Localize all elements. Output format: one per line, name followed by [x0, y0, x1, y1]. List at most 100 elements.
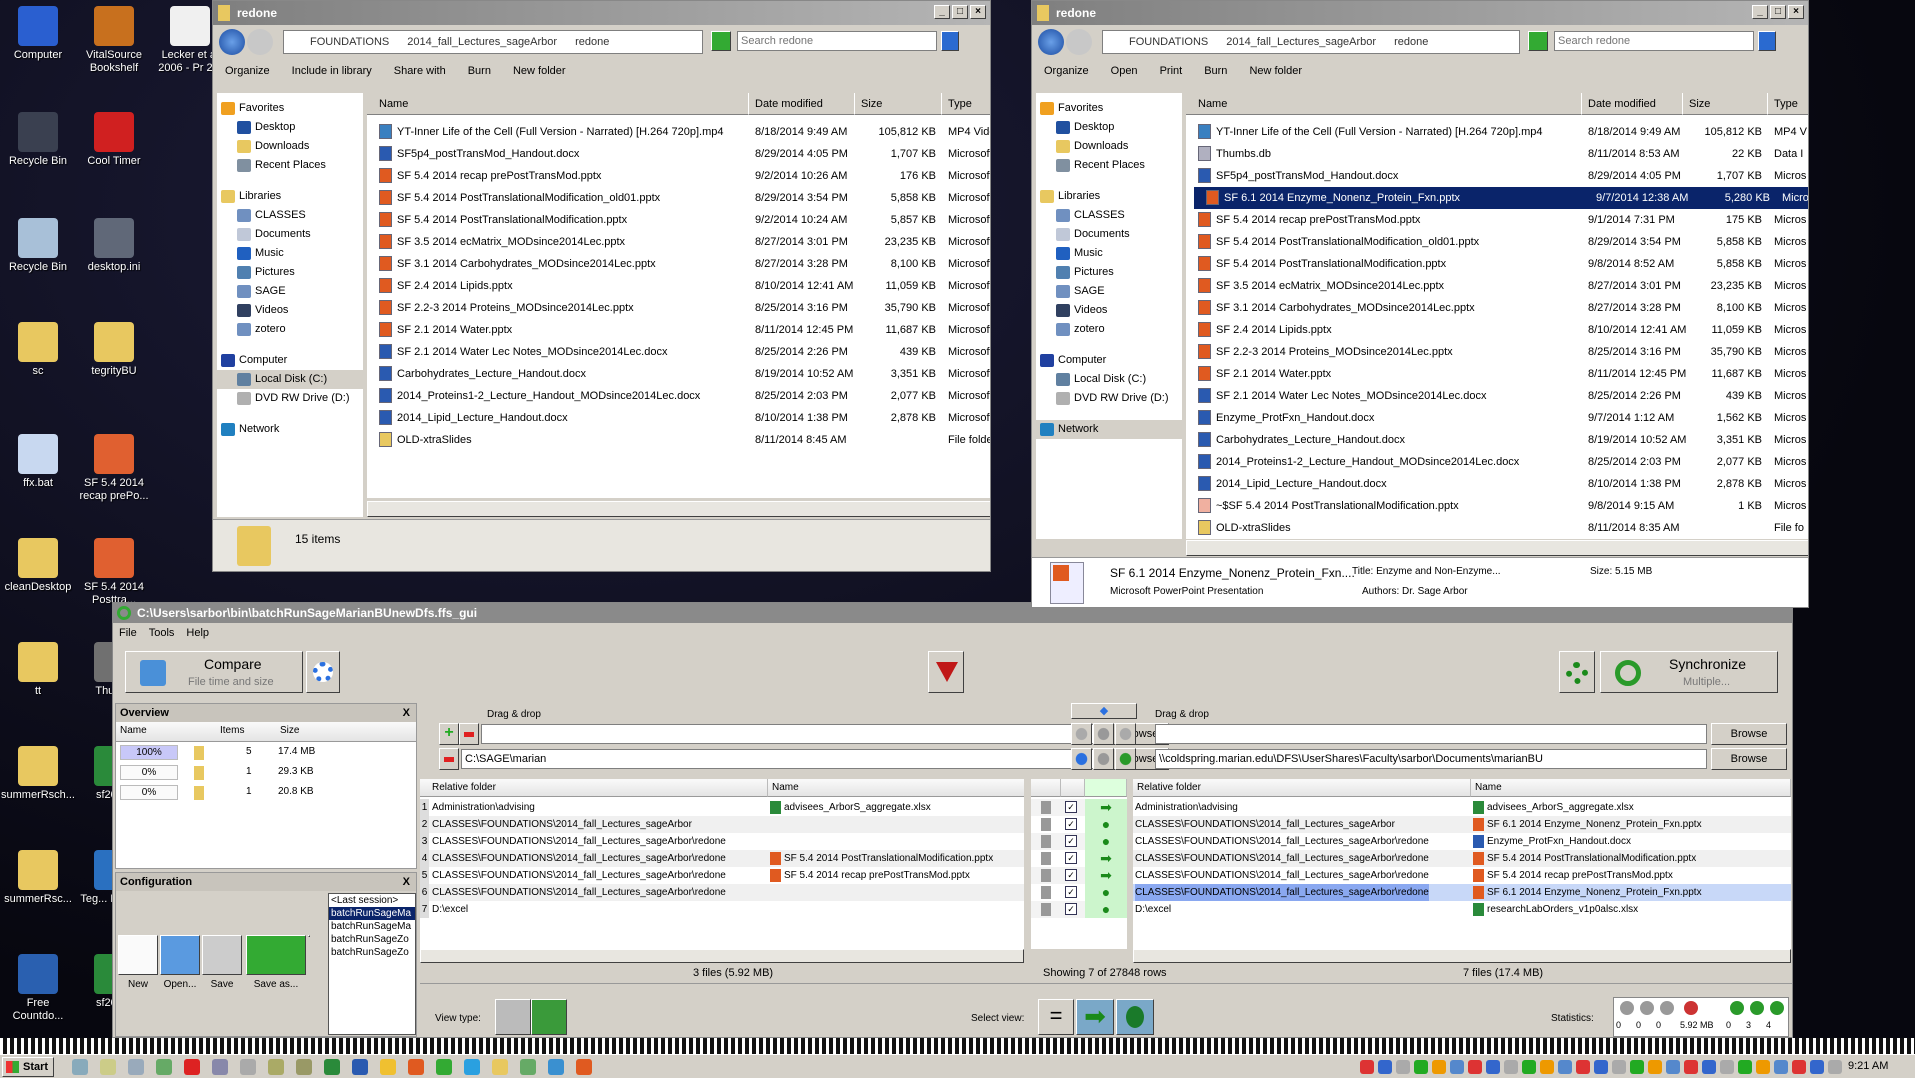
- compare-button[interactable]: Compare File time and size: [125, 651, 303, 693]
- toolbar-share-with[interactable]: Share with: [394, 65, 446, 77]
- filter-icon[interactable]: [1093, 723, 1114, 745]
- nav-item[interactable]: CLASSES: [1036, 206, 1182, 225]
- breadcrumb-item[interactable]: 2014_fall_Lectures_sageArbor: [1226, 36, 1376, 48]
- overview-column-header[interactable]: Items: [220, 725, 244, 736]
- nav-item[interactable]: Videos: [217, 301, 363, 320]
- action-row[interactable]: ✓ ➡: [1031, 850, 1127, 867]
- file-row[interactable]: YT-Inner Life of the Cell (Full Version …: [367, 121, 990, 143]
- right-folder-input-1[interactable]: [1155, 724, 1707, 744]
- desktop-icon[interactable]: sc: [0, 322, 76, 378]
- nav-item[interactable]: Videos: [1036, 301, 1182, 320]
- tray-icon[interactable]: [1702, 1060, 1716, 1074]
- column-header-date-modified[interactable]: Date modified: [749, 93, 855, 115]
- column-header-name[interactable]: Name: [1186, 93, 1582, 115]
- session-item[interactable]: batchRunSageMa: [329, 920, 415, 933]
- tray-icon[interactable]: [1558, 1060, 1572, 1074]
- tray-icon[interactable]: [1738, 1060, 1752, 1074]
- grid-row[interactable]: CLASSES\FOUNDATIONS\2014_fall_Lectures_s…: [1133, 867, 1791, 884]
- search-icon[interactable]: [941, 31, 959, 51]
- nav-item[interactable]: Network: [217, 420, 363, 439]
- left-config-gear-icon[interactable]: [1071, 748, 1092, 770]
- file-row[interactable]: SF 2.4 2014 Lipids.pptx 8/10/2014 12:41 A…: [1186, 319, 1808, 341]
- title-bar[interactable]: redone _ □ ×: [1032, 1, 1808, 25]
- nav-item[interactable]: DVD RW Drive (D:): [1036, 389, 1182, 408]
- desktop-icon[interactable]: tegrityBU: [76, 322, 152, 378]
- browse-button[interactable]: Browse: [1711, 748, 1787, 770]
- forward-button[interactable]: [1066, 29, 1092, 55]
- start-button[interactable]: Start: [2, 1057, 54, 1077]
- breadcrumb-item[interactable]: FOUNDATIONS: [310, 36, 389, 48]
- file-row[interactable]: 2014_Lipid_Lecture_Handout.docx 8/10/2014…: [1186, 473, 1808, 495]
- checkbox-column-header[interactable]: [1061, 779, 1085, 797]
- tray-icon[interactable]: [1486, 1060, 1500, 1074]
- delete-right-icon[interactable]: ●: [1085, 816, 1127, 833]
- grid-row[interactable]: 4 CLASSES\FOUNDATIONS\2014_fall_Lectures_…: [420, 850, 1024, 867]
- column-header-name[interactable]: Name: [367, 93, 749, 115]
- file-row[interactable]: SF 3.5 2014 ecMatrix_MODsince2014Lec.ppt…: [367, 231, 990, 253]
- synchronize-button[interactable]: Synchronize Multiple...: [1600, 651, 1778, 693]
- file-row[interactable]: SF 5.4 2014 recap prePostTransMod.pptx 9/…: [367, 165, 990, 187]
- desktop-icon[interactable]: SF 5.4 2014 recap prePo...: [76, 434, 152, 503]
- right-config-gear-icon[interactable]: [1115, 723, 1136, 745]
- horizontal-scrollbar-right[interactable]: [1133, 949, 1791, 963]
- action-column-header[interactable]: [1085, 779, 1127, 797]
- taskbar-app-icon[interactable]: [548, 1059, 564, 1075]
- nav-item[interactable]: Downloads: [217, 137, 363, 156]
- swap-sides-button[interactable]: ◆: [1071, 703, 1137, 719]
- close-icon[interactable]: X: [403, 704, 410, 722]
- tray-icon[interactable]: [1414, 1060, 1428, 1074]
- file-row[interactable]: ~$SF 5.4 2014 PostTranslationalModificat…: [1186, 495, 1808, 517]
- breadcrumb-item[interactable]: FOUNDATIONS: [1129, 36, 1208, 48]
- session-item[interactable]: batchRunSageMa: [329, 907, 415, 920]
- column-header-type[interactable]: Type: [1768, 93, 1808, 115]
- address-bar[interactable]: FOUNDATIONS 2014_fall_Lectures_sageArbor r…: [283, 30, 703, 54]
- nav-item[interactable]: Libraries: [217, 187, 363, 206]
- include-checkbox[interactable]: ✓: [1065, 903, 1077, 915]
- taskbar-app-icon[interactable]: [464, 1059, 480, 1075]
- show-delete-button[interactable]: [1116, 999, 1154, 1035]
- config-open-button[interactable]: [160, 935, 200, 975]
- address-bar[interactable]: FOUNDATIONS 2014_fall_Lectures_sageArbor r…: [1102, 30, 1520, 54]
- breadcrumb-item[interactable]: redone: [1394, 36, 1428, 48]
- desktop-icon[interactable]: VitalSource Bookshelf: [76, 6, 152, 75]
- toolbar-print[interactable]: Print: [1160, 65, 1183, 77]
- show-copy-right-button[interactable]: ➡: [1076, 999, 1114, 1035]
- remove-folder-pair-button[interactable]: [459, 723, 479, 745]
- remove-folder-pair-button[interactable]: [439, 748, 459, 770]
- maximize-button[interactable]: □: [952, 5, 968, 19]
- desktop-icon[interactable]: summerRsc...: [0, 850, 76, 906]
- column-header-date-modified[interactable]: Date modified: [1582, 93, 1683, 115]
- nav-item[interactable]: Local Disk (C:): [217, 370, 363, 389]
- taskbar-app-icon[interactable]: [436, 1059, 452, 1075]
- overview-column-header[interactable]: Size: [280, 725, 299, 736]
- category-column-header[interactable]: [1031, 779, 1061, 797]
- minimize-button[interactable]: _: [1752, 5, 1768, 19]
- desktop-icon[interactable]: Free Countdo...: [0, 954, 76, 1023]
- view-sync-button[interactable]: [531, 999, 567, 1035]
- desktop-icon[interactable]: Recycle Bin: [0, 218, 76, 274]
- include-checkbox[interactable]: ✓: [1065, 835, 1077, 847]
- taskbar-app-icon[interactable]: [492, 1059, 508, 1075]
- maximize-button[interactable]: □: [1770, 5, 1786, 19]
- delete-right-icon[interactable]: ●: [1085, 884, 1127, 901]
- nav-item[interactable]: Recent Places: [217, 156, 363, 175]
- config-saveas-button[interactable]: [246, 935, 306, 975]
- file-row[interactable]: SF 5.4 2014 recap prePostTransMod.pptx 9/…: [1186, 209, 1808, 231]
- horizontal-scrollbar-left[interactable]: [420, 949, 1024, 963]
- config-save-button[interactable]: [202, 935, 242, 975]
- copy-right-icon[interactable]: ➡: [1085, 850, 1127, 867]
- toolbar-burn[interactable]: Burn: [1204, 65, 1227, 77]
- file-row[interactable]: Thumbs.db 8/11/2014 8:53 AM 22 KB Data I: [1186, 143, 1808, 165]
- toolbar-include-in-library[interactable]: Include in library: [292, 65, 372, 77]
- include-checkbox[interactable]: ✓: [1065, 886, 1077, 898]
- close-icon[interactable]: X: [403, 873, 410, 891]
- grid-row[interactable]: 5 CLASSES\FOUNDATIONS\2014_fall_Lectures_…: [420, 867, 1024, 884]
- compare-settings-button[interactable]: [306, 651, 340, 693]
- nav-item[interactable]: CLASSES: [217, 206, 363, 225]
- file-row[interactable]: OLD-xtraSlides 8/11/2014 8:45 AM File fold…: [367, 429, 990, 451]
- desktop-icon[interactable]: summerRsch...: [0, 746, 76, 802]
- tray-icon[interactable]: [1576, 1060, 1590, 1074]
- horizontal-scrollbar[interactable]: [367, 501, 990, 517]
- file-row[interactable]: SF 3.5 2014 ecMatrix_MODsince2014Lec.ppt…: [1186, 275, 1808, 297]
- forward-button[interactable]: [247, 29, 273, 55]
